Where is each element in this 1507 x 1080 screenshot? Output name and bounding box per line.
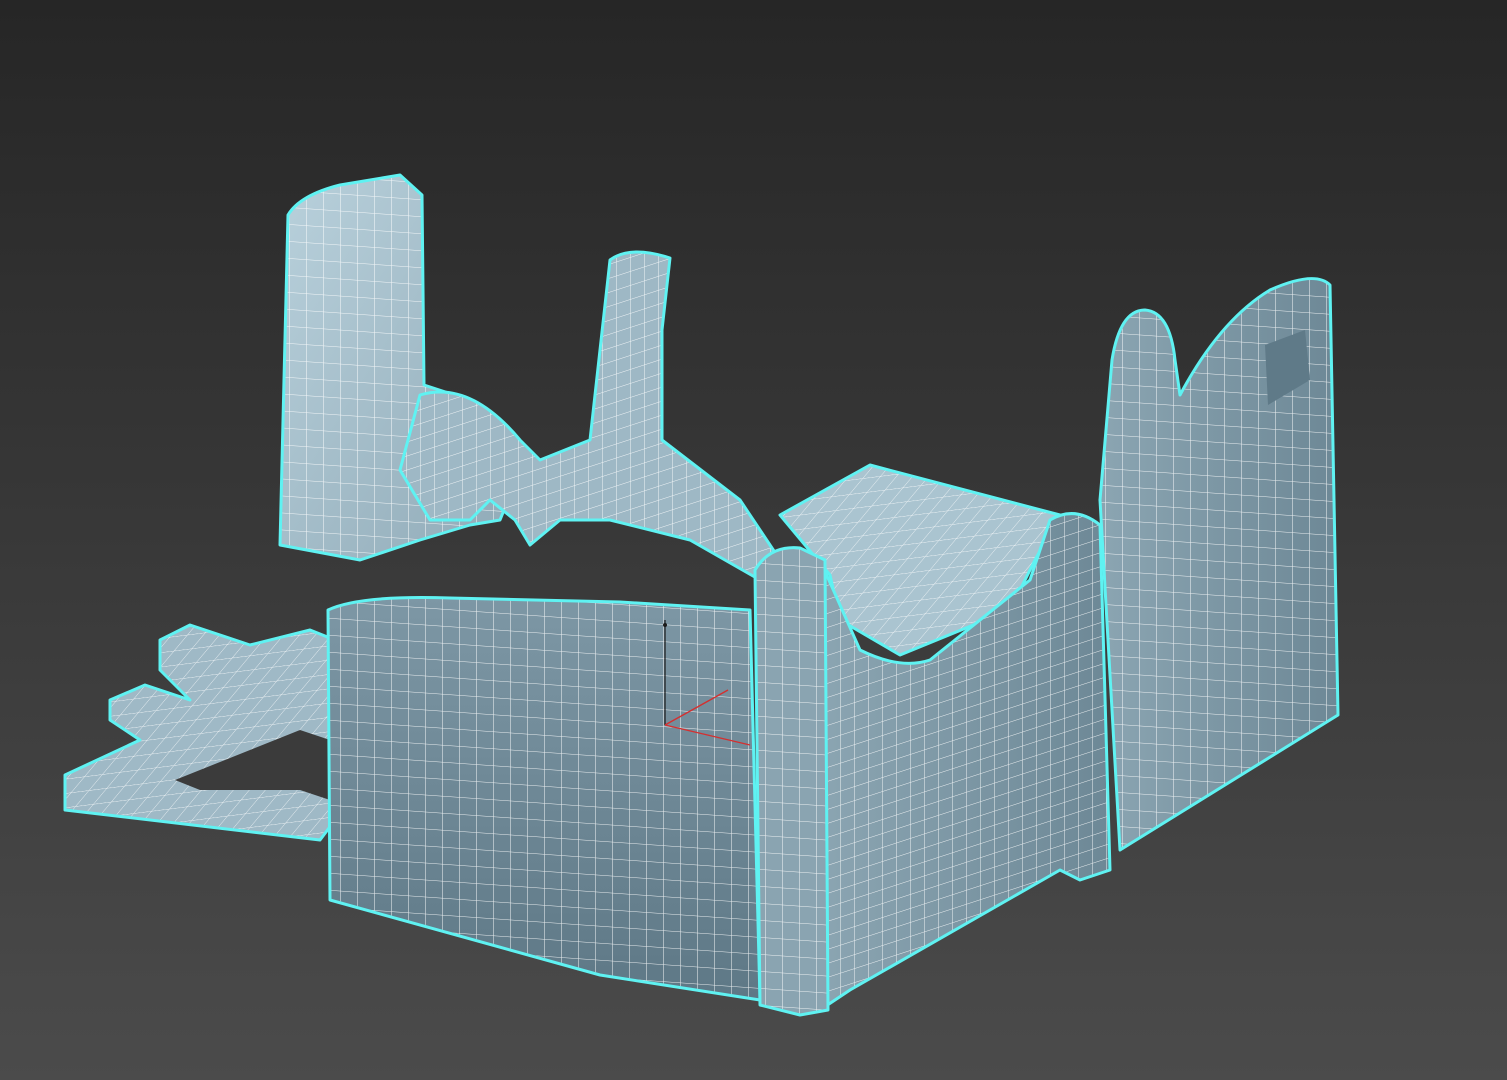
mesh-center-branch[interactable]	[398, 250, 782, 582]
viewport-3d[interactable]	[0, 0, 1507, 1080]
scene-canvas[interactable]	[0, 0, 1507, 1080]
mesh-front-wall[interactable]	[326, 596, 762, 1002]
mesh-right-back-wall[interactable]	[1098, 277, 1340, 852]
mesh-corner-pillar[interactable]	[753, 546, 830, 1017]
mesh-left-frame[interactable]	[63, 623, 337, 842]
gizmo-pivot	[663, 623, 667, 627]
